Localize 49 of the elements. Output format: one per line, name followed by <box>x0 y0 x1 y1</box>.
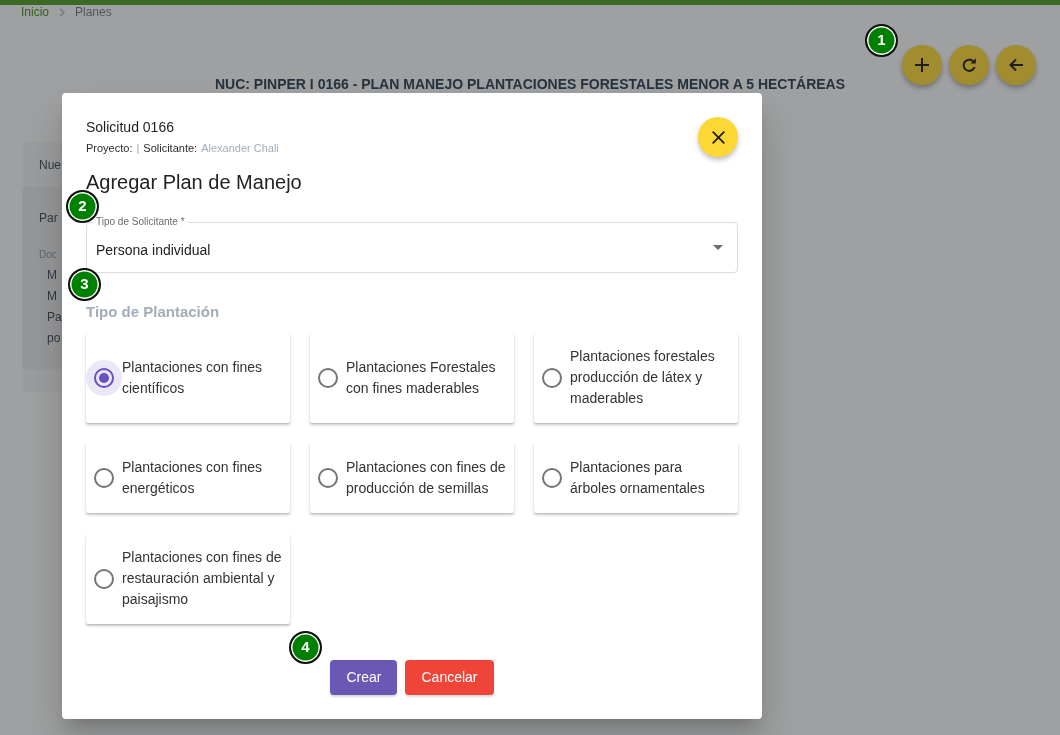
panel-title: Par <box>39 210 59 227</box>
option-label: Plantaciones con fines científicos <box>122 357 264 398</box>
applicant-name: Alexander Chali <box>201 141 279 155</box>
option-label: Plantaciones Forestales con fines maderables <box>346 357 497 398</box>
radio-button[interactable] <box>318 468 338 488</box>
option-label: Plantaciones con fines energéticos <box>122 458 264 498</box>
applicant-label: Solicitante: <box>143 141 198 155</box>
radio-button[interactable] <box>318 367 338 388</box>
radio-button[interactable] <box>542 367 562 388</box>
radio-button[interactable] <box>542 468 562 488</box>
project-label: Proyecto: <box>86 141 133 155</box>
option-card[interactable]: Plantaciones con fines energéticos <box>86 443 290 513</box>
back-button[interactable] <box>996 45 1036 85</box>
option-card[interactable]: Plantaciones Forestales con fines maderables <box>310 332 514 423</box>
option-card[interactable]: Plantaciones con fines científicos <box>86 332 290 423</box>
select-value: Persona individual <box>96 241 211 260</box>
separator-text: | <box>136 141 140 155</box>
option-label: Plantaciones con fines de restauración ambiental y paisajismo <box>122 548 283 609</box>
option-card[interactable]: Plantaciones con fines de producción de semillas <box>310 443 514 513</box>
arrow-left-icon <box>1009 58 1023 72</box>
plus-icon <box>915 58 929 72</box>
section-label: Tipo de Plantación <box>86 302 221 322</box>
caret-down-icon <box>713 245 723 250</box>
page-title: NUC: PINPER I 0166 - PLAN MANEJO PLANTACIONES FORESTALES MENOR A 5 HECTÁREAS <box>214 75 846 93</box>
radio-button[interactable] <box>94 568 114 589</box>
panel-item: M <box>47 267 58 284</box>
step-marker: 1 <box>865 24 898 57</box>
option-card[interactable]: Plantaciones forestales producción de látex y maderables <box>534 332 738 423</box>
radio-button[interactable] <box>94 468 114 488</box>
refresh-icon <box>962 58 976 72</box>
panel-item: Pa <box>47 309 62 326</box>
close-button[interactable] <box>698 117 738 157</box>
close-icon <box>711 130 725 144</box>
option-label: Plantaciones con fines de producción de semillas <box>346 458 507 498</box>
panel-item: M <box>47 288 58 305</box>
panel-header: Nue <box>39 156 61 174</box>
option-label: Plantaciones forestales producción de látex y maderables <box>570 347 716 408</box>
cancel-button[interactable]: Cancelar <box>405 660 494 695</box>
chevron-right-icon <box>59 7 65 17</box>
current-page-label: Planes <box>75 5 112 19</box>
radio-button[interactable] <box>86 359 122 396</box>
add-button[interactable] <box>902 45 942 85</box>
option-card[interactable]: Plantaciones para árboles ornamentales <box>534 443 738 513</box>
option-label: Plantaciones para árboles ornamentales <box>570 458 706 498</box>
option-card[interactable]: Plantaciones con fines de restauración ambiental y paisajismo <box>86 533 290 624</box>
submit-button[interactable]: Crear <box>330 660 398 695</box>
refresh-button[interactable] <box>949 45 989 85</box>
panel-item: po <box>47 330 62 347</box>
request-title: Solicitud 0166 <box>86 118 175 137</box>
